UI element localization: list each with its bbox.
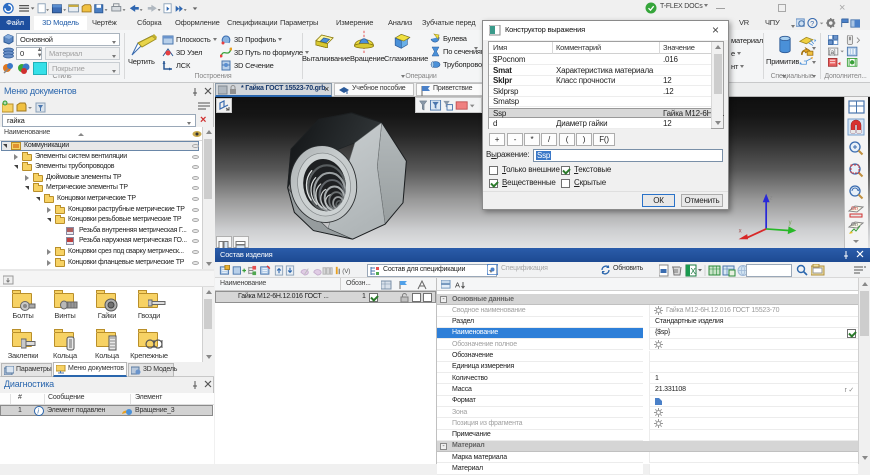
svg-text:А: А — [455, 281, 460, 290]
svg-text:z: z — [770, 196, 773, 202]
svg-text:[a]: [a] — [829, 50, 836, 56]
svg-text:6m: 6m — [851, 222, 858, 228]
svg-text:?: ? — [810, 19, 814, 28]
svg-text:6m: 6m — [851, 206, 858, 212]
svg-text:(V): (V) — [342, 268, 350, 275]
svg-text:y: y — [789, 220, 792, 226]
svg-text:x: x — [739, 228, 742, 234]
svg-text:X: X — [691, 267, 697, 276]
